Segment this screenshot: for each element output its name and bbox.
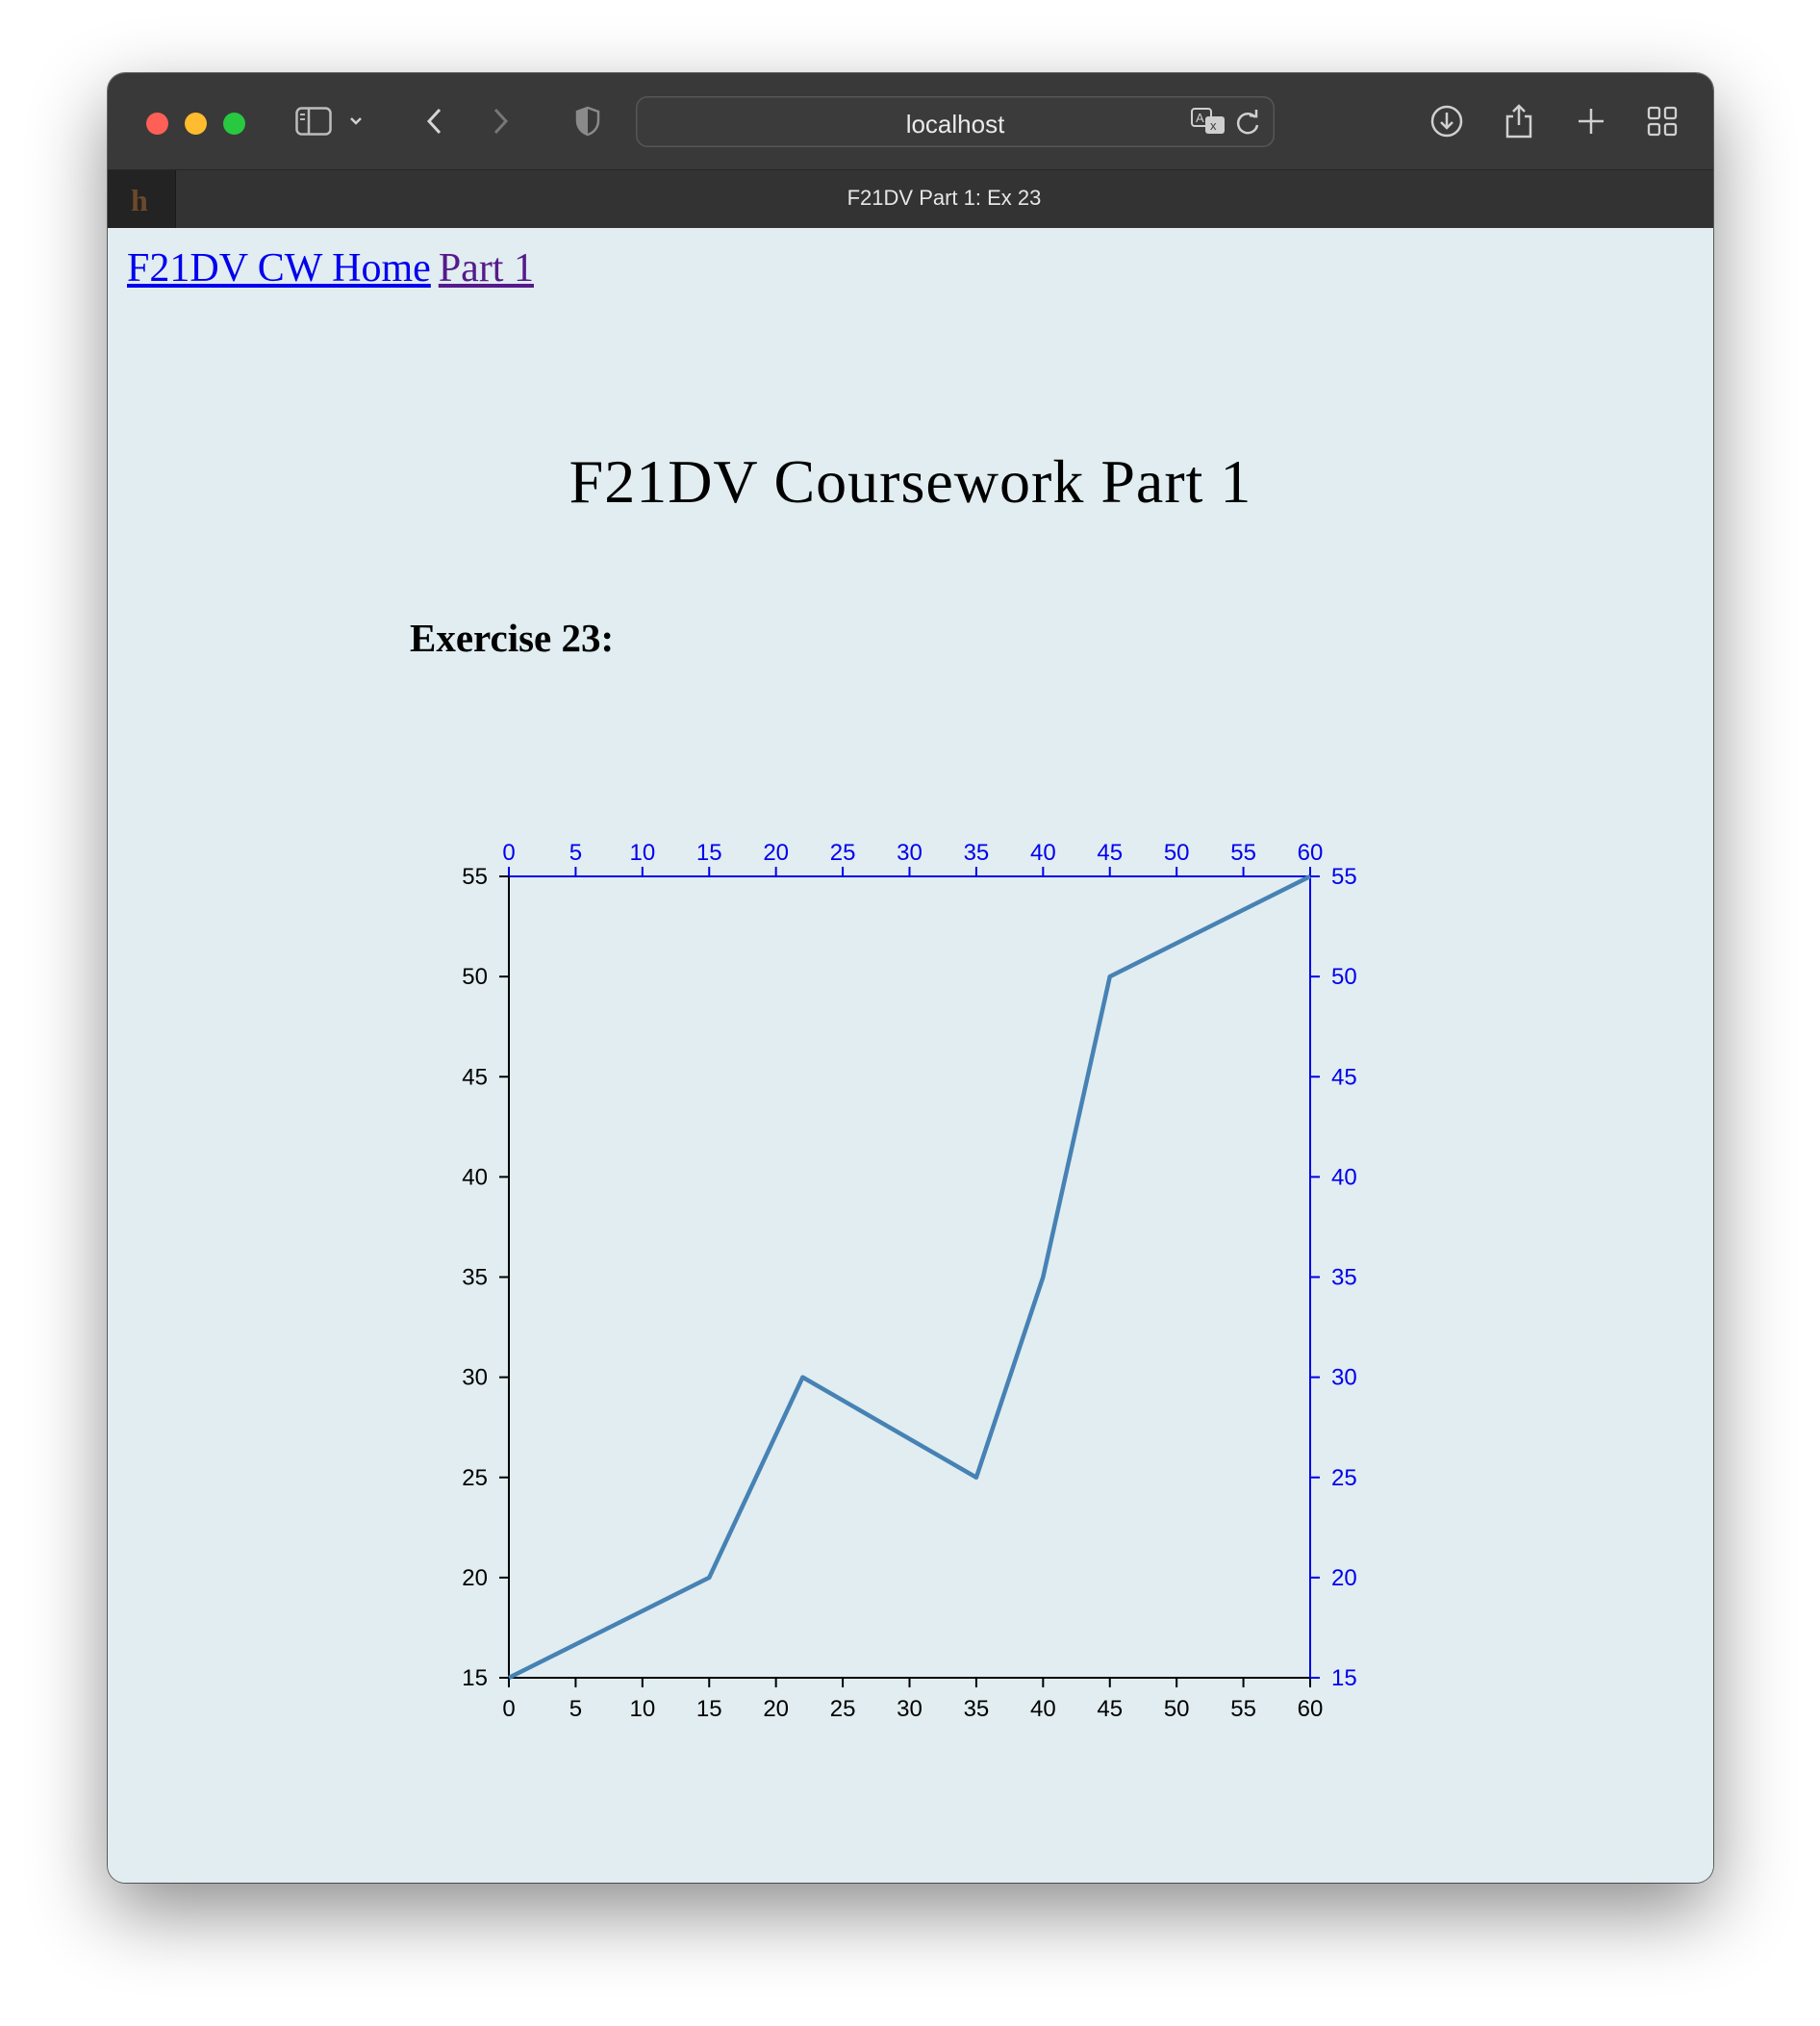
x-tick-label-top: 15 xyxy=(696,840,722,866)
y-tick-label-right: 35 xyxy=(1331,1265,1357,1291)
y-tick-label-right: 30 xyxy=(1331,1365,1357,1391)
favicon: h xyxy=(131,183,148,217)
zoom-window-button[interactable] xyxy=(223,113,245,135)
y-tick-label-right: 55 xyxy=(1331,864,1357,890)
y-tick-label-right: 50 xyxy=(1331,964,1357,990)
x-tick-label-bottom: 25 xyxy=(830,1696,856,1722)
y-tick-label-left: 15 xyxy=(462,1665,488,1691)
x-tick-label-top: 5 xyxy=(569,840,582,866)
minimize-window-button[interactable] xyxy=(185,113,207,135)
x-tick-label-top: 25 xyxy=(830,840,856,866)
chevron-down-icon[interactable] xyxy=(345,102,367,140)
x-tick-label-bottom: 60 xyxy=(1298,1696,1324,1722)
x-tick-label-bottom: 40 xyxy=(1030,1696,1056,1722)
downloads-icon[interactable] xyxy=(1428,102,1466,140)
y-tick-label-left: 35 xyxy=(462,1265,488,1291)
address-text: localhost xyxy=(905,110,1005,139)
x-tick-label-bottom: 50 xyxy=(1164,1696,1190,1722)
x-tick-label-top: 45 xyxy=(1097,840,1123,866)
page-content: F21DV CW Home Part 1 F21DV Coursework Par… xyxy=(108,228,1713,1883)
x-tick-label-bottom: 30 xyxy=(897,1696,923,1722)
series-line xyxy=(507,874,1312,1681)
x-tick-label-bottom: 55 xyxy=(1230,1696,1256,1722)
sidebar-toggle-icon[interactable] xyxy=(293,102,334,140)
x-tick-label-bottom: 45 xyxy=(1097,1696,1123,1722)
x-tick-label-bottom: 35 xyxy=(964,1696,990,1722)
forward-arrow-icon[interactable] xyxy=(486,102,515,140)
translate-icon[interactable]: Ax xyxy=(1190,106,1228,141)
x-tick-label-top: 20 xyxy=(763,840,789,866)
x-tick-label-bottom: 10 xyxy=(629,1696,655,1722)
close-window-button[interactable] xyxy=(146,113,168,135)
tab-overview-icon[interactable] xyxy=(1643,102,1681,140)
y-tick-label-right: 40 xyxy=(1331,1164,1357,1190)
pinned-tab[interactable]: h xyxy=(108,170,176,229)
y-tick-label-left: 45 xyxy=(462,1064,488,1090)
new-tab-plus-icon[interactable] xyxy=(1572,102,1610,140)
line-chart: 0055101015152020252530303535404045455050… xyxy=(462,840,1357,1722)
y-tick-label-left: 20 xyxy=(462,1565,488,1591)
x-tick-label-bottom: 20 xyxy=(763,1696,789,1722)
y-tick-label-left: 40 xyxy=(462,1164,488,1190)
x-tick-label-top: 35 xyxy=(964,840,990,866)
tab-active-title[interactable]: F21DV Part 1: Ex 23 xyxy=(175,186,1713,211)
y-tick-label-right: 20 xyxy=(1331,1565,1357,1591)
x-tick-label-top: 10 xyxy=(629,840,655,866)
x-tick-label-top: 0 xyxy=(502,840,515,866)
browser-toolbar: localhost Ax xyxy=(108,73,1713,169)
x-tick-label-bottom: 15 xyxy=(696,1696,722,1722)
y-tick-label-left: 25 xyxy=(462,1465,488,1491)
svg-text:x: x xyxy=(1210,118,1217,133)
address-bar[interactable]: localhost Ax xyxy=(636,96,1275,147)
back-arrow-icon[interactable] xyxy=(420,102,449,140)
x-tick-label-top: 60 xyxy=(1298,840,1324,866)
share-icon[interactable] xyxy=(1500,102,1538,140)
y-tick-label-left: 50 xyxy=(462,964,488,990)
x-tick-label-top: 40 xyxy=(1030,840,1056,866)
y-tick-label-right: 45 xyxy=(1331,1064,1357,1090)
svg-text:A: A xyxy=(1196,111,1204,125)
x-tick-label-bottom: 5 xyxy=(569,1696,582,1722)
x-tick-label-top: 30 xyxy=(897,840,923,866)
x-tick-label-top: 55 xyxy=(1230,840,1256,866)
privacy-shield-icon[interactable] xyxy=(573,102,602,140)
x-tick-label-bottom: 0 xyxy=(502,1696,515,1722)
reload-icon[interactable] xyxy=(1234,108,1261,141)
x-tick-label-top: 50 xyxy=(1164,840,1190,866)
y-tick-label-right: 15 xyxy=(1331,1665,1357,1691)
tab-bar: h F21DV Part 1: Ex 23 xyxy=(108,169,1713,230)
y-tick-label-right: 25 xyxy=(1331,1465,1357,1491)
browser-window: localhost Ax h F21DV Part 1: Ex 23 F21DV… xyxy=(108,73,1713,1883)
y-tick-label-left: 55 xyxy=(462,864,488,890)
y-tick-label-left: 30 xyxy=(462,1365,488,1391)
